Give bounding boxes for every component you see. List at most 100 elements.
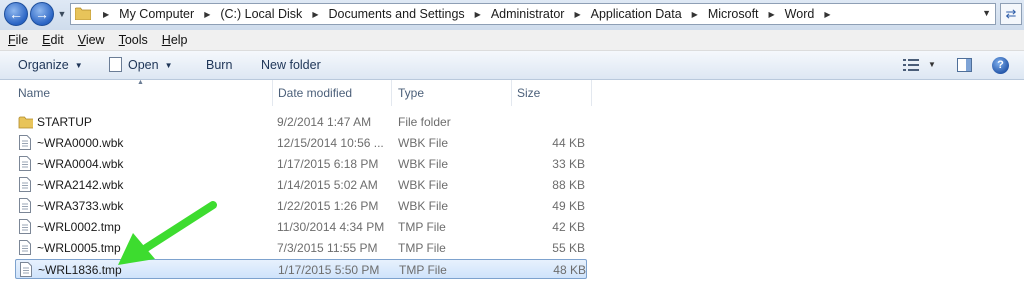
file-date-modified: 1/22/2015 1:26 PM <box>277 199 379 213</box>
menu-edit[interactable]: Edit <box>34 33 70 47</box>
crumb-separator-icon[interactable]: ▶ <box>198 10 216 19</box>
column-header-type[interactable]: Type <box>398 80 424 106</box>
file-size: 44 KB <box>552 136 585 150</box>
file-row-selected[interactable]: ~WRL1836.tmp 1/17/2015 5:50 PM TMP File 48 … <box>15 259 587 279</box>
file-name: STARTUP <box>37 115 92 129</box>
file-size: 88 KB <box>552 178 585 192</box>
address-bar: ← → ▼ ▶ My Computer ▶ (C:) Local Disk ▶ Docum… <box>0 0 1024 31</box>
breadcrumb[interactable]: ▶ My Computer ▶ (C:) Local Disk ▶ Documents a… <box>70 3 996 25</box>
file-row[interactable]: ~WRL0002.tmp 11/30/2014 4:34 PM TMP File 42… <box>15 217 587 237</box>
crumb-separator-icon[interactable]: ▶ <box>818 10 836 19</box>
file-row[interactable]: ~WRA2142.wbk 1/14/2015 5:02 AM WBK File 88 … <box>15 175 587 195</box>
file-icon <box>19 219 31 234</box>
column-divider[interactable] <box>591 80 592 106</box>
open-label: Open <box>128 58 159 72</box>
view-options-dropdown-icon[interactable]: ▼ <box>928 51 936 79</box>
folder-icon <box>75 7 91 20</box>
back-arrow-icon: ← <box>9 6 23 22</box>
file-row[interactable]: ~WRA0004.wbk 1/17/2015 6:18 PM WBK File 33 … <box>15 154 587 174</box>
crumb-separator-icon[interactable]: ▶ <box>97 10 115 19</box>
file-size: 48 KB <box>553 263 586 277</box>
breadcrumb-item[interactable]: Documents and Settings <box>324 7 468 21</box>
file-type: TMP File <box>398 241 446 255</box>
file-row[interactable]: ~WRA3733.wbk 1/22/2015 1:26 PM WBK File 49 … <box>15 196 587 216</box>
burn-button[interactable]: Burn <box>206 51 232 79</box>
command-toolbar: Organize ▼ Open ▼ Burn New folder ▼ ? <box>0 51 1024 80</box>
crumb-separator-icon[interactable]: ▶ <box>568 10 586 19</box>
column-header-size[interactable]: Size <box>517 80 540 106</box>
breadcrumb-item[interactable]: Application Data <box>587 7 686 21</box>
crumb-separator-icon[interactable]: ▶ <box>686 10 704 19</box>
file-icon <box>19 135 31 150</box>
file-date-modified: 1/17/2015 6:18 PM <box>277 157 379 171</box>
sort-ascending-icon: ▲ <box>137 79 144 86</box>
back-button[interactable]: ← <box>4 2 28 26</box>
refresh-button[interactable]: ⇄ <box>1000 3 1022 25</box>
recent-pages-dropdown-icon[interactable]: ▼ <box>56 6 68 22</box>
file-name: ~WRL1836.tmp <box>38 263 122 277</box>
file-type: WBK File <box>398 199 449 213</box>
crumb-separator-icon[interactable]: ▶ <box>763 10 781 19</box>
file-date-modified: 1/17/2015 5:50 PM <box>278 263 380 277</box>
file-row[interactable]: STARTUP 9/2/2014 1:47 AM File folder <box>15 112 587 132</box>
file-type: TMP File <box>399 263 447 277</box>
menu-view[interactable]: View <box>70 33 111 47</box>
chevron-down-icon: ▼ <box>164 60 173 70</box>
menu-file[interactable]: File <box>0 33 34 47</box>
help-icon[interactable]: ? <box>992 57 1009 74</box>
folder-icon <box>18 116 33 129</box>
file-row[interactable]: ~WRA0000.wbk 12/15/2014 10:56 ... WBK File… <box>15 133 587 153</box>
new-folder-button[interactable]: New folder <box>261 51 321 79</box>
file-name: ~WRL0005.tmp <box>37 241 121 255</box>
organize-label: Organize <box>18 58 69 72</box>
file-icon <box>19 177 31 192</box>
menu-bar: File Edit View Tools Help <box>0 30 1024 51</box>
breadcrumb-item[interactable]: Microsoft <box>704 7 763 21</box>
file-type: TMP File <box>398 220 446 234</box>
file-date-modified: 7/3/2015 11:55 PM <box>277 241 378 255</box>
file-size: 33 KB <box>552 157 585 171</box>
column-divider[interactable] <box>511 80 512 106</box>
breadcrumb-item[interactable]: My Computer <box>115 7 198 21</box>
forward-arrow-icon: → <box>35 6 49 22</box>
column-divider[interactable] <box>272 80 273 106</box>
file-name: ~WRA3733.wbk <box>37 199 124 213</box>
file-row[interactable]: ~WRL0005.tmp 7/3/2015 11:55 PM TMP File 55 … <box>15 238 587 258</box>
forward-button[interactable]: → <box>30 2 54 26</box>
file-name: ~WRA0004.wbk <box>37 157 124 171</box>
file-date-modified: 9/2/2014 1:47 AM <box>277 115 372 129</box>
file-type: WBK File <box>398 157 449 171</box>
file-date-modified: 11/30/2014 4:34 PM <box>277 220 385 234</box>
file-type: WBK File <box>398 136 449 150</box>
menu-help[interactable]: Help <box>154 33 194 47</box>
column-divider[interactable] <box>391 80 392 106</box>
crumb-separator-icon[interactable]: ▶ <box>469 10 487 19</box>
file-icon <box>20 262 32 277</box>
preview-pane-icon[interactable] <box>957 58 972 72</box>
breadcrumb-item[interactable]: Word <box>781 7 819 21</box>
refresh-icon: ⇄ <box>1005 6 1017 21</box>
file-type: WBK File <box>398 178 449 192</box>
crumb-separator-icon[interactable]: ▶ <box>306 10 324 19</box>
file-date-modified: 12/15/2014 10:56 ... <box>277 136 384 150</box>
file-icon <box>19 198 31 213</box>
file-date-modified: 1/14/2015 5:02 AM <box>277 178 378 192</box>
column-header-date[interactable]: Date modified <box>278 80 352 106</box>
file-name: ~WRA2142.wbk <box>37 178 124 192</box>
file-size <box>515 112 585 132</box>
organize-button[interactable]: Organize ▼ <box>18 51 83 79</box>
change-view-icon[interactable] <box>903 59 919 71</box>
file-name: ~WRL0002.tmp <box>37 220 121 234</box>
file-icon <box>19 240 31 255</box>
open-button[interactable]: Open ▼ <box>109 51 173 79</box>
breadcrumb-item[interactable]: (C:) Local Disk <box>216 7 306 21</box>
breadcrumb-item[interactable]: Administrator <box>487 7 569 21</box>
chevron-down-icon: ▼ <box>74 60 83 70</box>
menu-tools[interactable]: Tools <box>111 33 154 47</box>
address-dropdown-icon[interactable]: ▼ <box>982 8 991 18</box>
file-size: 42 KB <box>552 220 585 234</box>
column-header-name[interactable]: Name <box>18 80 50 106</box>
file-type: File folder <box>398 115 451 129</box>
file-size: 49 KB <box>552 199 585 213</box>
file-name: ~WRA0000.wbk <box>37 136 124 150</box>
